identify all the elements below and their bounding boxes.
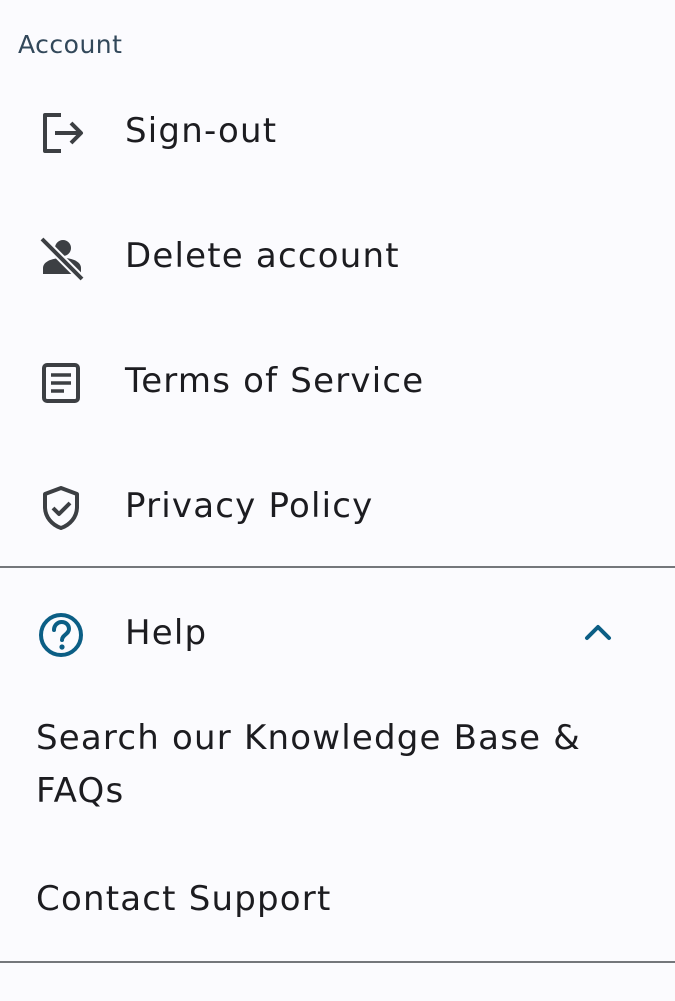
terms-of-service-label: Terms of Service bbox=[125, 361, 425, 401]
shield-check-icon bbox=[36, 483, 86, 533]
sign-out-row[interactable]: Sign-out bbox=[0, 75, 675, 185]
privacy-policy-label: Privacy Policy bbox=[125, 486, 374, 526]
sign-out-label: Sign-out bbox=[125, 111, 278, 151]
delete-account-icon bbox=[36, 233, 86, 283]
divider bbox=[0, 961, 675, 963]
divider bbox=[0, 566, 675, 568]
sign-out-icon bbox=[36, 108, 86, 158]
document-icon bbox=[36, 358, 86, 408]
privacy-policy-row[interactable]: Privacy Policy bbox=[0, 450, 675, 560]
chevron-up-icon[interactable] bbox=[578, 612, 618, 652]
contact-support-link[interactable]: Contact Support bbox=[36, 873, 636, 926]
delete-account-label: Delete account bbox=[125, 236, 400, 276]
help-circle-icon bbox=[36, 610, 86, 660]
account-section-header: Account bbox=[18, 30, 123, 59]
knowledge-base-link[interactable]: Search our Knowledge Base & FAQs bbox=[36, 712, 636, 818]
help-label: Help bbox=[125, 613, 208, 653]
terms-of-service-row[interactable]: Terms of Service bbox=[0, 325, 675, 435]
help-row[interactable]: Help bbox=[0, 577, 675, 687]
delete-account-row[interactable]: Delete account bbox=[0, 200, 675, 310]
